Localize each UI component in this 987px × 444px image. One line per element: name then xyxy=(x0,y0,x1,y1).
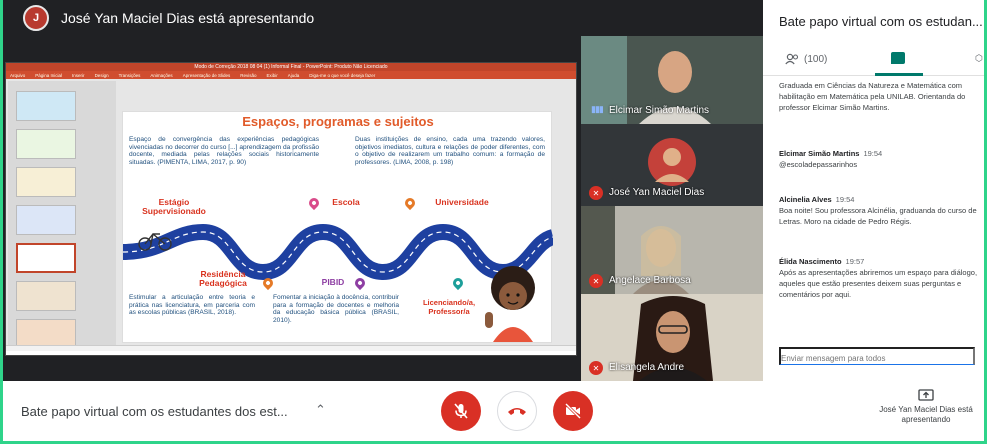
chat-message: Élida Nascimento 19:57 Após as apresentaç… xyxy=(779,256,982,300)
slide-thumbnail xyxy=(16,167,76,197)
activities-icon[interactable]: ⬡ xyxy=(975,53,983,64)
label-residencia: Residência Pedagógica xyxy=(199,269,247,288)
chat-message-author: Élida Nascimento xyxy=(779,257,842,266)
map-pin-icon xyxy=(306,195,322,211)
chat-message: Elcimar Simão Martins 19:54 @escoladepass… xyxy=(779,148,982,170)
slide-text-pibid: Fomentar a iniciação à docência, contrib… xyxy=(273,294,399,324)
chat-message-text: Após as apresentações abriremos um espaç… xyxy=(779,268,978,299)
presenter-bar: J José Yan Maciel Dias está apresentando xyxy=(3,0,763,36)
participant-tile[interactable]: ✕ Elisangela Andre xyxy=(581,294,763,381)
chat-message-header: Élida Nascimento 19:57 xyxy=(779,256,982,267)
chat-bubble-icon[interactable] xyxy=(891,52,905,64)
label-pibid: PIBID xyxy=(321,277,345,287)
slide-thumbnail xyxy=(16,205,76,235)
presenting-indicator[interactable]: José Yan Maciel Dias está apresentando xyxy=(871,389,981,425)
ppt-ribbon-item: Animações xyxy=(150,72,173,78)
slide-title: Espaços, programas e sujeitos xyxy=(242,114,434,129)
participant-name: Elisangela Andre xyxy=(609,362,685,373)
ppt-ribbon-item: Ajuda xyxy=(287,72,300,78)
tab-people[interactable]: (100) xyxy=(785,53,827,65)
camera-button[interactable] xyxy=(553,391,593,431)
student-illustration xyxy=(485,266,535,342)
slide-text-left: Espaço de convergência das experiências … xyxy=(129,136,319,166)
leave-call-button[interactable] xyxy=(497,391,537,431)
participant-name: Angelace Barbosa xyxy=(609,275,691,286)
chat-message-time: 19:54 xyxy=(863,149,883,158)
tab-chat-indicator xyxy=(875,73,923,76)
map-pin-icon xyxy=(402,195,418,211)
meet-window: J José Yan Maciel Dias está apresentando… xyxy=(3,0,984,441)
meeting-title[interactable]: Bate papo virtual com os estudantes dos … xyxy=(21,404,288,419)
ppt-ribbon: Arquivo Página Inicial Inserir Design Tr… xyxy=(6,71,576,79)
ppt-ribbon-item: Design xyxy=(94,72,109,78)
shared-screen: Modo de Correção 2018 08 04 (1) Informal… xyxy=(5,62,577,356)
label-licenciando: Licenciando/a, Professor/a xyxy=(422,298,476,316)
chat-message-author: Elcimar Simão Martins xyxy=(779,149,860,158)
chat-message-text: @escoladepassarinhos xyxy=(779,160,858,169)
present-screen-icon xyxy=(918,389,934,401)
ppt-ribbon-item: Exibir xyxy=(266,72,278,78)
chat-message-text: Graduada em Ciências da Natureza e Matem… xyxy=(779,81,966,112)
ppt-ribbon-item: Transições xyxy=(118,72,141,78)
chat-message: Alcinelia Alves 19:54 Boa noite! Sou prof… xyxy=(779,194,982,227)
people-icon xyxy=(785,53,799,65)
ppt-ribbon-item: Inserir xyxy=(72,72,85,78)
slide-thumbnail xyxy=(16,91,76,121)
speaking-indicator-icon: ▮▮▮ xyxy=(591,104,604,114)
label-universidade: Universidade xyxy=(435,197,489,207)
chevron-up-icon[interactable]: ⌃ xyxy=(315,402,326,418)
slide-thumbnail xyxy=(16,129,76,159)
participant-name: José Yan Maciel Dias xyxy=(609,187,705,198)
slide-thumbnail xyxy=(16,281,76,311)
mic-off-icon: ✕ xyxy=(589,361,603,375)
slide-text-right: Duas instituições de ensino, cada uma tr… xyxy=(355,136,545,166)
camera-off-icon xyxy=(564,402,582,420)
label-escola: Escola xyxy=(332,197,360,207)
avatar-icon: J xyxy=(23,5,49,31)
ppt-ribbon-item: Diga-me o que você deseja fazer xyxy=(309,72,376,78)
slide-thumbnail-selected xyxy=(16,243,76,273)
ppt-status-bar xyxy=(6,345,576,351)
ppt-ribbon-item: Apresentação de Slides xyxy=(182,72,231,78)
ppt-workspace: Espaços, programas e sujeitos Espaço de … xyxy=(6,79,576,351)
ppt-ribbon-item: Página Inicial xyxy=(35,72,63,78)
mic-off-icon: ✕ xyxy=(589,274,603,288)
presenter-title: José Yan Maciel Dias está apresentando xyxy=(61,10,315,26)
microphone-button[interactable] xyxy=(441,391,481,431)
slide-thumbnails xyxy=(8,81,116,349)
presenting-label: José Yan Maciel Dias está apresentando xyxy=(879,405,973,424)
participant-name: Elcimar Simão Martins xyxy=(609,105,710,116)
ppt-title-bar: Modo de Correção 2018 08 04 (1) Informal… xyxy=(6,63,576,71)
participant-tile[interactable]: ✕ José Yan Maciel Dias xyxy=(581,124,763,206)
participant-tile[interactable]: ▮▮▮ Elcimar Simão Martins xyxy=(581,36,763,124)
chat-message-header: Alcinelia Alves 19:54 xyxy=(779,194,982,205)
chat-message: Graduada em Ciências da Natureza e Matem… xyxy=(779,80,982,113)
people-count: (100) xyxy=(804,53,828,65)
chat-message-header: Elcimar Simão Martins 19:54 xyxy=(779,148,982,159)
chat-message-author: Alcinelia Alves xyxy=(779,195,832,204)
chat-message-text: Boa noite! Sou professora Alcinélia, gra… xyxy=(779,206,977,226)
chat-message-input[interactable] xyxy=(779,347,975,365)
chat-message-time: 19:57 xyxy=(845,257,865,266)
chat-panel: Bate papo virtual com os estudan... (100… xyxy=(763,0,984,381)
mic-off-icon: ✕ xyxy=(589,186,603,200)
slide-text-residencia: Estimular a articulação entre teoria e p… xyxy=(129,294,255,317)
chat-message-time: 19:54 xyxy=(835,195,855,204)
chat-title: Bate papo virtual com os estudan... xyxy=(779,14,983,29)
meeting-controls-bar: Bate papo virtual com os estudantes dos … xyxy=(3,381,984,441)
hang-up-icon xyxy=(508,408,526,415)
ppt-ribbon-item: Revisão xyxy=(240,72,257,78)
mic-off-icon xyxy=(454,403,468,419)
participant-tile[interactable]: ✕ Angelace Barbosa xyxy=(581,206,763,294)
current-slide: Espaços, programas e sujeitos Espaço de … xyxy=(122,111,553,343)
ppt-ribbon-item: Arquivo xyxy=(10,72,26,78)
chat-tabs: (100) ⬡ xyxy=(763,44,984,76)
